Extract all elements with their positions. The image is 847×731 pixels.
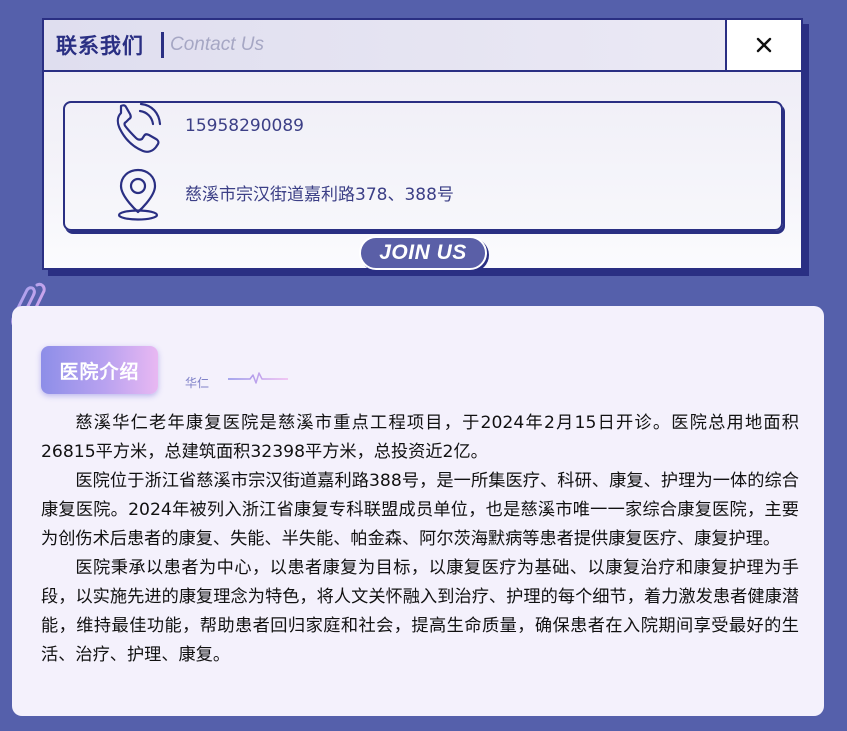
phone-number: 15958290089 [185,116,304,136]
intro-paragraph: 慈溪华仁老年康复医院是慈溪市重点工程项目，于2024年2月15日开诊。医院总用地… [41,413,799,462]
hospital-intro-card: 医院介绍 华仁 慈溪华仁老年康复医院是慈溪市重点工程项目，于2024年2月15日… [12,306,824,716]
address-text: 慈溪市宗汉街道嘉利路378、388号 [185,185,454,205]
intro-brand-label: 华仁 [185,376,210,390]
heartbeat-line-icon [228,372,288,384]
intro-body: 慈溪华仁老年康复医院是慈溪市重点工程项目，于2024年2月15日开诊。医院总用地… [41,409,799,670]
join-us-button[interactable]: JOIN US [359,236,487,270]
intro-badge: 医院介绍 [41,346,158,394]
contact-title: 联系我们 [56,34,144,58]
intro-paragraph: 医院秉承以患者为中心，以患者康复为目标，以康复医疗为基础、以康复治疗和康复护理为… [41,558,799,665]
contact-dialog: 联系我们 Contact Us 15958290089 慈溪市宗汉街道嘉利路37… [42,18,803,270]
location-pin-icon [117,168,159,221]
title-divider [161,32,164,58]
contact-subtitle: Contact Us [170,34,264,55]
close-button[interactable] [725,20,801,70]
phone-icon [116,103,162,153]
contact-header: 联系我们 Contact Us [44,20,801,72]
intro-paragraph: 医院位于浙江省慈溪市宗汉街道嘉利路388号，是一所集医疗、科研、康复、护理为一体… [41,471,799,549]
contact-info-box: 15958290089 慈溪市宗汉街道嘉利路378、388号 [63,101,783,231]
close-icon [756,37,772,53]
